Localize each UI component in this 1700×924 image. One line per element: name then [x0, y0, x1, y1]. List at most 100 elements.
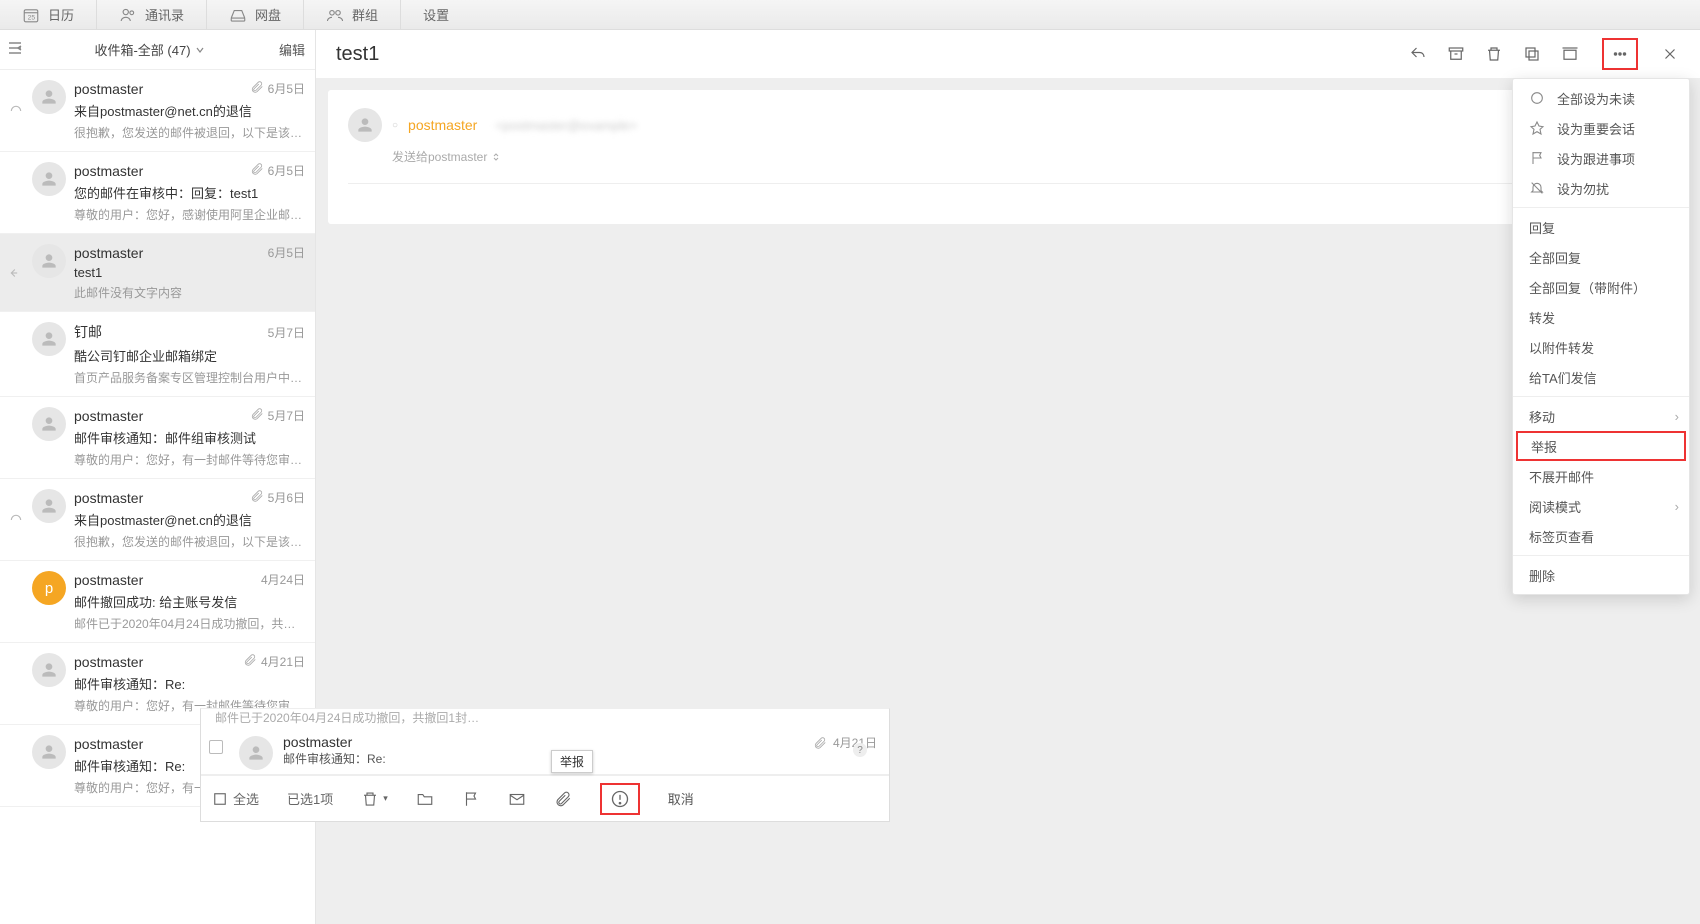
- mail-date: 6月5日: [268, 162, 305, 179]
- overlay-sender: postmaster: [283, 734, 813, 750]
- mail-status-icon: [8, 80, 24, 141]
- toolbar-mail-icon[interactable]: [508, 790, 526, 808]
- mail-subject: test1: [74, 265, 305, 280]
- cancel-button[interactable]: 取消: [668, 789, 694, 808]
- mail-subject: 您的邮件在审核中：回复：test1: [74, 183, 305, 202]
- checkbox[interactable]: [209, 740, 223, 754]
- mail-item[interactable]: postmaster 6月5日您的邮件在审核中：回复：test1 尊敬的用户：您好，…: [0, 152, 315, 234]
- menu-mark-unread[interactable]: 全部设为未读: [1513, 83, 1689, 113]
- overlay-count-badge: ?: [853, 743, 867, 757]
- mail-preview: 首页产品服务备案专区管理控制台用户中心帮助…: [74, 369, 305, 386]
- mail-sender: postmaster: [74, 163, 143, 179]
- mail-status-icon: [8, 571, 24, 632]
- mail-subject: 邮件审核通知：Re:: [74, 674, 305, 693]
- more-button[interactable]: [1602, 38, 1638, 70]
- overlay-mail-row[interactable]: postmaster 邮件审核通知：Re: 4月21日: [201, 728, 889, 775]
- trash-icon[interactable]: [1484, 44, 1504, 64]
- avatar: [32, 80, 66, 114]
- nav-groups-label: 群组: [352, 5, 378, 24]
- mail-preview: 很抱歉，您发送的邮件被退回，以下是该邮件的…: [74, 533, 305, 550]
- overlay-subject: 邮件审核通知：Re:: [283, 750, 813, 767]
- toolbar-folder-icon[interactable]: [416, 790, 434, 808]
- mail-sender: postmaster: [74, 654, 143, 670]
- mail-item[interactable]: ppostmaster4月24日邮件撤回成功: 给主账号发信邮件已于2020年0…: [0, 561, 315, 643]
- avatar: [32, 407, 66, 441]
- menu-open-tab[interactable]: 标签页查看: [1513, 521, 1689, 551]
- from-address-blurred: <postmaster@example>: [495, 118, 637, 133]
- mail-sender: postmaster: [74, 736, 143, 752]
- nav-contacts[interactable]: 通讯录: [97, 0, 207, 30]
- attachment-icon: [250, 162, 264, 179]
- menu-report[interactable]: 举报: [1516, 431, 1686, 461]
- attachment-icon: [250, 407, 264, 424]
- mail-subject: 邮件撤回成功: 给主账号发信: [74, 592, 305, 611]
- mail-status-icon: [8, 735, 24, 796]
- toolbar-report-button[interactable]: [600, 783, 640, 815]
- avatar: p: [32, 571, 66, 605]
- overlay-truncated-preview: 邮件已于2020年04月24日成功撤回，共撤回1封…: [201, 709, 889, 728]
- mail-sender: 钉邮: [74, 322, 102, 342]
- mail-status-icon: [8, 653, 24, 714]
- nav-settings[interactable]: 设置: [401, 5, 471, 24]
- more-icon: [1610, 44, 1630, 64]
- toolbar-flag-icon[interactable]: [462, 790, 480, 808]
- mail-item[interactable]: postmaster6月5日来自postmaster@net.cn的退信很抱歉，…: [0, 70, 315, 152]
- mail-date: 4月24日: [261, 571, 305, 588]
- menu-forward-attach[interactable]: 以附件转发: [1513, 332, 1689, 362]
- mail-from-row: ○ postmaster <postmaster@example>: [348, 108, 1668, 142]
- chevron-updown-icon: [491, 152, 501, 162]
- selected-count: 已选1项: [287, 789, 333, 808]
- mail-sender: postmaster: [74, 490, 143, 506]
- menu-move[interactable]: 移动›: [1513, 401, 1689, 431]
- mail-item[interactable]: 钉邮5月7日酷公司钉邮企业邮箱绑定首页产品服务备案专区管理控制台用户中心帮助…: [0, 312, 315, 397]
- mail-status-icon: [8, 162, 24, 223]
- mail-item[interactable]: postmaster6月5日test1此邮件没有文字内容: [0, 234, 315, 312]
- close-icon[interactable]: [1660, 44, 1680, 64]
- mail-status-icon: [8, 407, 24, 468]
- toolbar-attachment-icon[interactable]: [554, 790, 572, 808]
- mail-sender: postmaster: [74, 245, 143, 261]
- nav-groups[interactable]: 群组: [304, 0, 401, 30]
- avatar: [32, 653, 66, 687]
- nav-contacts-label: 通讯录: [145, 5, 184, 24]
- mail-date: 5月7日: [268, 324, 305, 341]
- menu-mark-followup[interactable]: 设为跟进事项: [1513, 143, 1689, 173]
- mail-status-icon: [8, 322, 24, 386]
- nav-disk[interactable]: 网盘: [207, 0, 304, 30]
- edit-button[interactable]: 编辑: [269, 40, 315, 59]
- mail-preview: 尊敬的用户：您好，有一封邮件等待您审核。: [74, 451, 305, 468]
- fullscreen-icon[interactable]: [1560, 44, 1580, 64]
- menu-reply-all[interactable]: 全部回复: [1513, 242, 1689, 272]
- menu-delete[interactable]: 删除: [1513, 560, 1689, 590]
- hamburger-icon[interactable]: [0, 41, 30, 58]
- menu-forward[interactable]: 转发: [1513, 302, 1689, 332]
- mail-item[interactable]: postmaster5月6日来自postmaster@net.cn的退信很抱歉，…: [0, 479, 315, 561]
- reply-icon[interactable]: [1408, 44, 1428, 64]
- mail-item[interactable]: postmaster5月7日邮件审核通知：邮件组审核测试尊敬的用户：您好，有一封…: [0, 397, 315, 479]
- mail-date: 4月21日: [261, 653, 305, 670]
- mail-date: 5月7日: [268, 407, 305, 424]
- mail-preview: 尊敬的用户：您好，感谢使用阿里企业邮箱。实…: [74, 206, 305, 223]
- reader-actions: [1408, 38, 1680, 70]
- list-header: 收件箱-全部 (47) 编辑: [0, 30, 315, 70]
- select-all-button[interactable]: 全选: [211, 789, 259, 808]
- menu-reply[interactable]: 回复: [1513, 212, 1689, 242]
- top-nav: 25 日历 通讯录 网盘 群组 设置: [0, 0, 1700, 30]
- toolbar-trash-icon[interactable]: ▾: [361, 790, 388, 808]
- from-name: postmaster: [408, 117, 477, 133]
- menu-no-expand[interactable]: 不展开邮件: [1513, 461, 1689, 491]
- menu-mark-dnd[interactable]: 设为勿扰: [1513, 173, 1689, 203]
- menu-mark-important[interactable]: 设为重要会话: [1513, 113, 1689, 143]
- copy-icon[interactable]: [1522, 44, 1542, 64]
- menu-reply-all-attach[interactable]: 全部回复（带附件）: [1513, 272, 1689, 302]
- nav-calendar[interactable]: 25 日历: [0, 0, 97, 30]
- mail-status-icon: [8, 244, 24, 301]
- svg-text:25: 25: [28, 14, 36, 21]
- report-tooltip: 举报: [551, 750, 593, 773]
- recipients-row[interactable]: 发送给postmaster: [392, 148, 1668, 165]
- folder-title[interactable]: 收件箱-全部 (47): [30, 40, 269, 59]
- attachment-icon: [250, 489, 264, 506]
- menu-write-to[interactable]: 给TA们发信: [1513, 362, 1689, 392]
- menu-read-mode[interactable]: 阅读模式›: [1513, 491, 1689, 521]
- archive-icon[interactable]: [1446, 44, 1466, 64]
